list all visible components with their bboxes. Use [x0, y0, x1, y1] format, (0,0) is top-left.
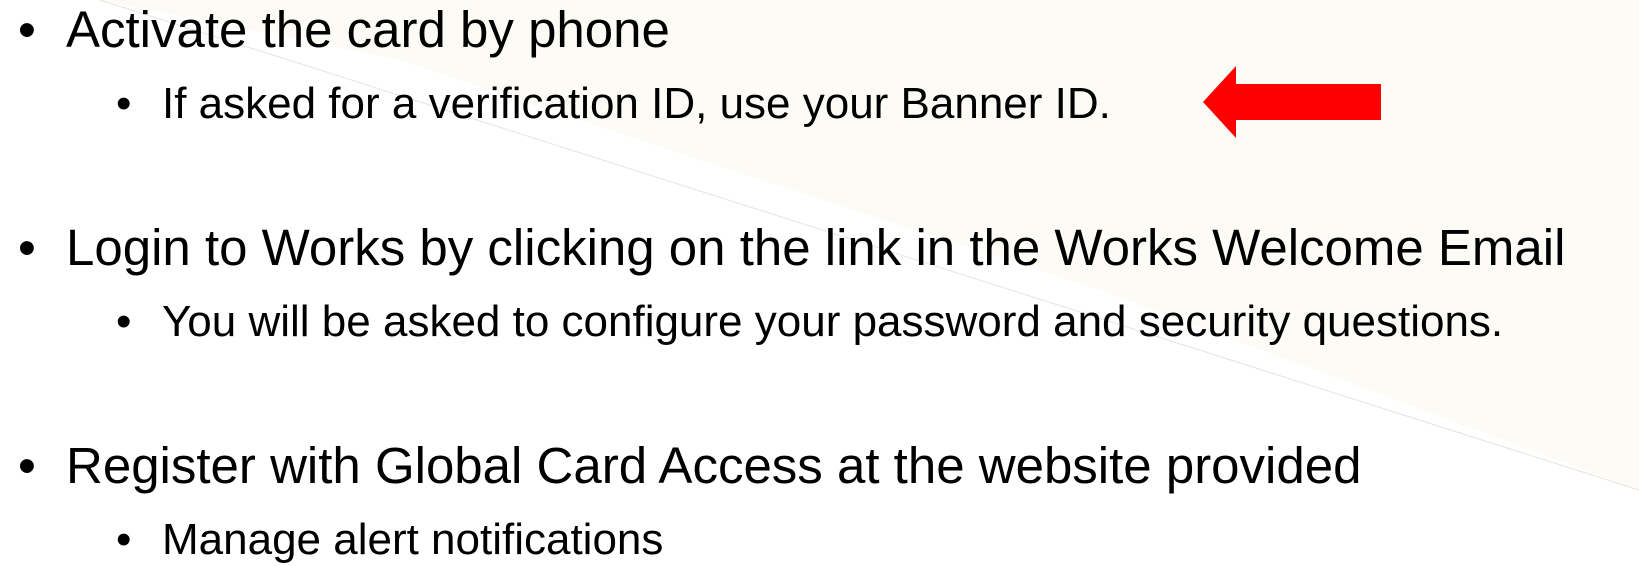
subbullet-dot: • — [116, 297, 132, 346]
bullet-dot: • — [18, 219, 36, 276]
subbullet-text: If asked for a verification ID, use your… — [162, 79, 1111, 128]
bullet-dot: • — [18, 437, 36, 494]
slide-content: • Activate the card by phone • If asked … — [0, 0, 1639, 566]
bullet-text: Register with Global Card Access at the … — [66, 437, 1362, 494]
subbullet-text: Manage alert notifications — [162, 515, 664, 564]
subbullet-text: You will be asked to configure your pass… — [162, 297, 1504, 346]
bullet-dot: • — [18, 1, 36, 58]
bullet-text: Login to Works by clicking on the link i… — [66, 219, 1566, 276]
subbullet-dot: • — [116, 515, 132, 564]
subbullet-dot: • — [116, 79, 132, 128]
bullet-text: Activate the card by phone — [66, 1, 670, 58]
left-arrow-icon — [1203, 66, 1381, 138]
